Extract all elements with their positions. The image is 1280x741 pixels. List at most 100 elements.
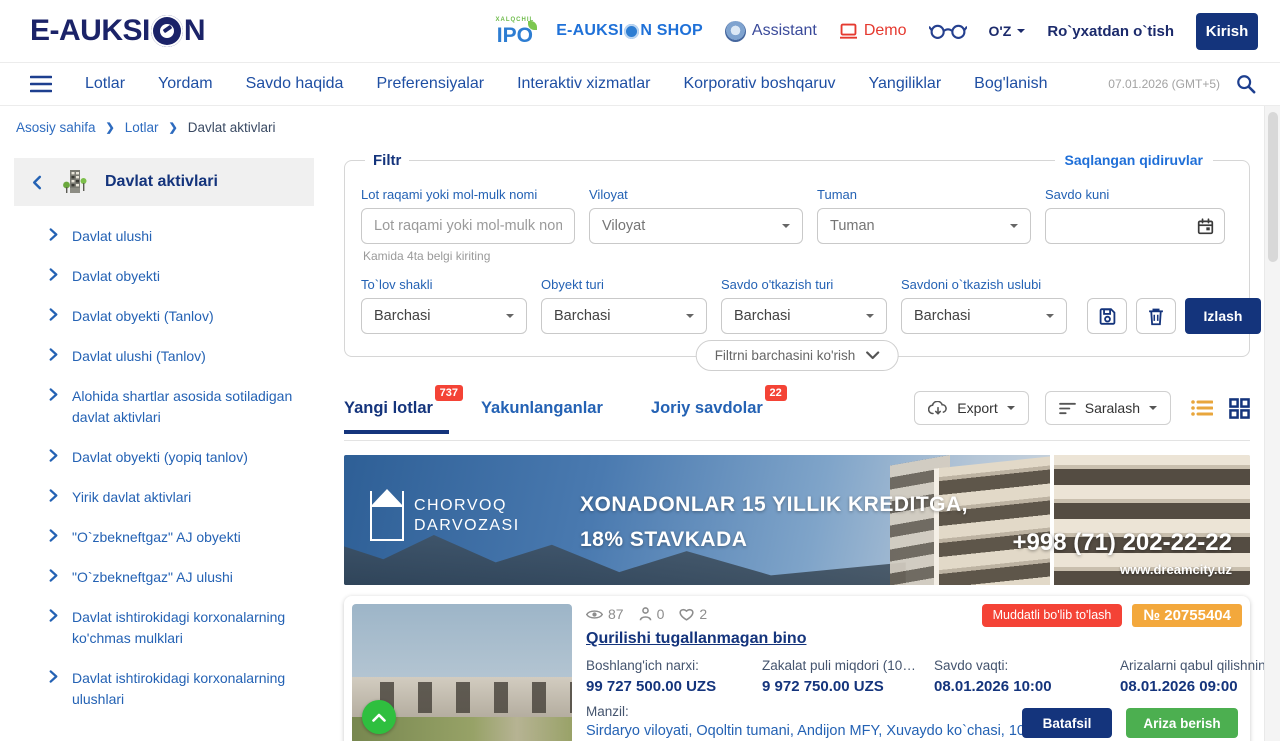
sidebar-title: Davlat aktivlari <box>105 173 218 191</box>
show-all-filters-toggle[interactable]: Filtrni barchasini ko'rish <box>696 340 899 371</box>
auction-date-label: Savdo kuni <box>1045 187 1225 202</box>
nav-item-korporativ-boshqaruv[interactable]: Korporativ boshqaruv <box>683 75 835 93</box>
auction-method-field: Savdoni o`tkazish uslubi Barchasi <box>901 277 1067 334</box>
scroll-top-button[interactable] <box>362 700 396 734</box>
chevron-right-icon <box>48 449 59 468</box>
region-select[interactable]: Viloyat <box>589 208 803 244</box>
breadcrumb-lots[interactable]: Lotlar <box>125 120 159 135</box>
installment-badge[interactable]: Muddatli bo'lib to'lash <box>982 604 1123 627</box>
view-switcher <box>1191 398 1250 419</box>
assistant-link[interactable]: Assistant <box>725 21 817 42</box>
assistant-emblem-icon <box>725 21 746 42</box>
nav-item-preferensiyalar[interactable]: Preferensiyalar <box>376 75 484 93</box>
nav-item-boglanish[interactable]: Bog'lanish <box>974 75 1047 93</box>
object-type-select[interactable]: Barchasi <box>541 298 707 334</box>
chevron-left-icon[interactable] <box>30 175 45 190</box>
e-auksion-shop-link[interactable]: E-AUKSIN SHOP <box>556 22 703 40</box>
sidebar-item-davlat-obyekti[interactable]: Davlat obyekti <box>48 266 308 287</box>
filter-legend: Filtr <box>365 152 409 169</box>
payment-type-label: To`lov shakli <box>361 277 527 292</box>
sidebar-item-korxonalar-ulushlari[interactable]: Davlat ishtirokidagi korxonalarning ulus… <box>48 668 308 710</box>
nav-item-interaktiv-xizmatlar[interactable]: Interaktiv xizmatlar <box>517 75 650 93</box>
breadcrumb-home[interactable]: Asosiy sahifa <box>16 120 96 135</box>
chevron-right-icon <box>48 388 59 428</box>
filter-panel: Filtr Saqlangan qidiruvlar Lot raqami yo… <box>344 160 1250 357</box>
likes-stat[interactable]: 2 <box>679 606 707 622</box>
sidebar-item-uzbekneftgaz-ulushi[interactable]: "O`zbekneftgaz" AJ ulushi <box>48 567 308 588</box>
banner-logo-line1: CHORVOQ <box>414 496 520 516</box>
lot-number-label: Lot raqami yoki mol-mulk nomi <box>361 187 575 202</box>
district-select[interactable]: Tuman <box>817 208 1031 244</box>
clear-filter-button[interactable] <box>1136 298 1176 334</box>
tab-new-lots[interactable]: Yangi lotlar 737 <box>344 399 433 418</box>
search-submit-button[interactable]: Izlash <box>1185 298 1261 334</box>
district-label: Tuman <box>817 187 1031 202</box>
assistant-label: Assistant <box>752 22 817 40</box>
tab-controls: Export Saralash <box>914 391 1250 425</box>
tab-current-auctions[interactable]: Joriy savdolar 22 <box>651 399 763 418</box>
lot-field-application-deadline: Arizalarni qabul qilishning… 08.01.2026 … <box>1120 658 1280 695</box>
demo-link[interactable]: Demo <box>839 22 907 40</box>
banner-logo-line2: DARVOZASI <box>414 516 520 536</box>
lot-title-link[interactable]: Qurilishi tugallanmagan bino <box>586 630 806 648</box>
scrollbar-thumb[interactable] <box>1268 112 1278 262</box>
language-selector[interactable]: O'Z <box>989 23 1026 39</box>
gate-icon <box>370 491 404 541</box>
sort-button[interactable]: Saralash <box>1045 391 1171 425</box>
payment-type-select[interactable]: Barchasi <box>361 298 527 334</box>
auction-method-select[interactable]: Barchasi <box>901 298 1067 334</box>
sidebar-header[interactable]: Davlat aktivlari <box>14 158 314 206</box>
sidebar-item-yopiq-tanlov[interactable]: Davlat obyekti (yopiq tanlov) <box>48 447 308 468</box>
nav-item-yangiliklar[interactable]: Yangiliklar <box>869 75 942 93</box>
hamburger-menu-icon[interactable] <box>30 75 52 93</box>
chevron-down-icon <box>1046 314 1054 322</box>
nav-item-lotlar[interactable]: Lotlar <box>85 75 125 93</box>
ad-banner[interactable]: CHORVOQ DARVOZASI XONADONLAR 15 YILLIK K… <box>344 455 1250 585</box>
export-button[interactable]: Export <box>914 391 1028 425</box>
sidebar-item-korxonalar-kochmas-mulk[interactable]: Davlat ishtirokidagi korxonalarning ko'c… <box>48 607 308 649</box>
region-field: Viloyat Viloyat <box>589 187 803 263</box>
ipo-logo[interactable]: XALQCHIL IPO <box>496 17 535 46</box>
chevron-right-icon <box>48 609 59 649</box>
chevron-right-icon <box>48 308 59 327</box>
saved-searches-link[interactable]: Saqlangan qidiruvlar <box>1055 152 1213 168</box>
nav-item-savdo-haqida[interactable]: Savdo haqida <box>246 75 344 93</box>
views-stat: 87 <box>586 606 624 622</box>
filter-row-1: Lot raqami yoki mol-mulk nomi Kamida 4ta… <box>361 187 1233 263</box>
sidebar-item-davlat-ulushi[interactable]: Davlat ulushi <box>48 226 308 247</box>
logo-text-right: N <box>184 14 205 48</box>
chevron-down-icon <box>866 314 874 322</box>
save-filter-button[interactable] <box>1087 298 1127 334</box>
banner-phone: +998 (71) 202-22-22 <box>1013 529 1233 557</box>
auction-type-select[interactable]: Barchasi <box>721 298 887 334</box>
chevron-right-icon <box>48 569 59 588</box>
sidebar-item-yirik-davlat-aktivlari[interactable]: Yirik davlat aktivlari <box>48 487 308 508</box>
lot-fields: Boshlang'ich narxi: 99 727 500.00 UZS Za… <box>586 658 1240 695</box>
register-link[interactable]: Ro`yxatdan o`tish <box>1047 23 1174 40</box>
lot-number-hint: Kamida 4ta belgi kiriting <box>361 249 575 263</box>
auction-date-input[interactable] <box>1045 208 1225 244</box>
search-icon[interactable] <box>1236 74 1256 94</box>
object-type-label: Obyekt turi <box>541 277 707 292</box>
apply-button[interactable]: Ariza berish <box>1126 708 1238 738</box>
sidebar-item-uzbekneftgaz-obyekti[interactable]: "O`zbekneftgaz" AJ obyekti <box>48 527 308 548</box>
auction-date-field: Savdo kuni <box>1045 187 1225 263</box>
sidebar-item-alohida-shartlar[interactable]: Alohida shartlar asosida sotiladigan dav… <box>48 386 308 428</box>
active-tab-underline <box>344 430 449 434</box>
lot-image[interactable] <box>352 604 572 741</box>
login-button[interactable]: Kirish <box>1196 13 1258 50</box>
chevron-down-icon <box>1149 406 1157 414</box>
grid-view-icon[interactable] <box>1229 398 1250 419</box>
sidebar-item-davlat-obyekti-tanlov[interactable]: Davlat obyekti (Tanlov) <box>48 306 308 327</box>
tab-finished[interactable]: Yakunlanganlar <box>481 399 603 418</box>
sidebar-item-davlat-ulushi-tanlov[interactable]: Davlat ulushi (Tanlov) <box>48 346 308 367</box>
list-view-icon[interactable] <box>1191 399 1213 417</box>
lot-number-input[interactable] <box>361 208 575 244</box>
banner-website: www.dreamcity.uz <box>1120 562 1232 577</box>
e-auksion-logo[interactable]: E-AUKSIN <box>30 14 205 48</box>
header-actions: XALQCHIL IPO E-AUKSIN SHOP Assistant Dem… <box>496 13 1258 50</box>
scrollbar-track[interactable] <box>1264 106 1280 741</box>
details-button[interactable]: Batafsil <box>1022 708 1112 738</box>
nav-item-yordam[interactable]: Yordam <box>158 75 213 93</box>
accessibility-glasses-icon[interactable] <box>929 22 967 40</box>
